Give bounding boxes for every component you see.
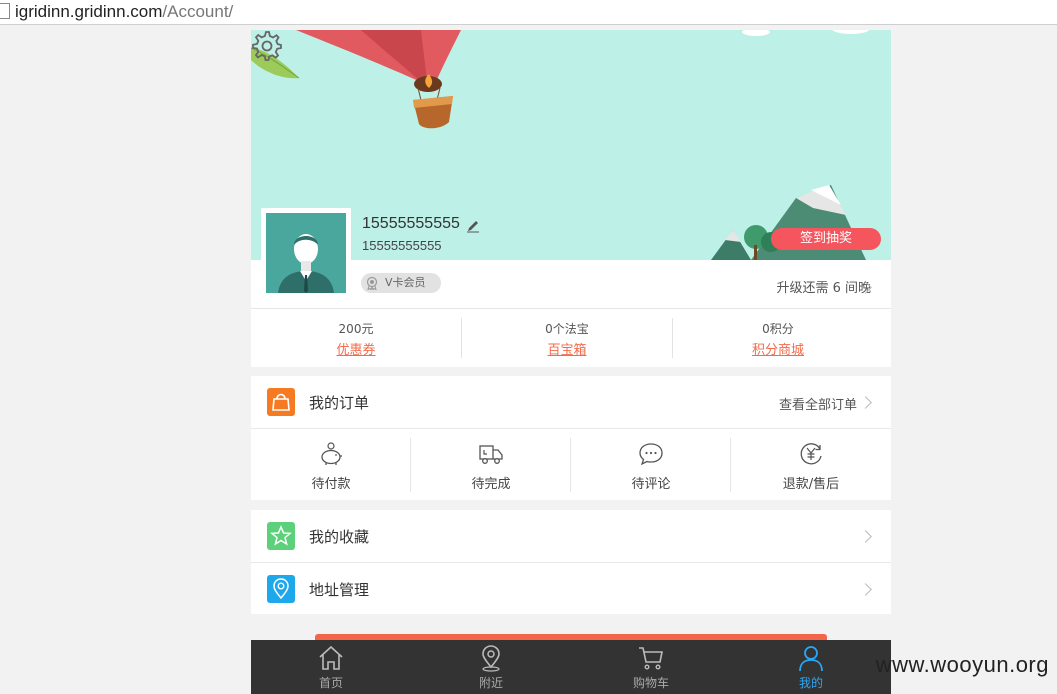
shopping-bag-icon: [267, 388, 295, 416]
order-pending-completion[interactable]: 待完成: [411, 438, 571, 492]
chevron-right-icon: [859, 530, 872, 543]
order-item-label: 待完成: [471, 477, 511, 492]
order-refund-aftersale[interactable]: 退款/售后: [731, 438, 891, 492]
stat-treasure-box[interactable]: 0个法宝 百宝箱: [462, 309, 672, 367]
page-icon: [0, 3, 10, 19]
user-name: 15555555555: [362, 215, 460, 232]
my-orders-title: 我的订单: [309, 394, 370, 412]
tab-label: 我的: [798, 676, 823, 690]
stat-value: 0个法宝: [545, 322, 589, 336]
piggy-bank-icon: [321, 442, 342, 465]
stat-link[interactable]: 优惠券: [251, 339, 461, 358]
my-orders-header[interactable]: 我的订单 查看全部订单: [251, 376, 891, 429]
cart-icon: [639, 647, 663, 670]
tab-cart[interactable]: 购物车: [571, 640, 731, 694]
location-pin-icon: [267, 575, 295, 603]
tab-label: 购物车: [632, 676, 669, 690]
vip-badge[interactable]: V卡会员: [361, 273, 441, 293]
home-icon: [319, 645, 343, 670]
stat-link[interactable]: 积分商城: [673, 339, 883, 358]
mobile-page: 15555555555 15555555555 签到抽奖 V卡会员 升级还需 6…: [251, 30, 891, 694]
order-item-label: 待付款: [311, 477, 351, 492]
user-phone: 15555555555: [362, 238, 442, 253]
chat-bubble-icon: [639, 443, 663, 466]
delivery-truck-icon: [479, 445, 503, 464]
medal-icon: [366, 276, 378, 290]
stat-points-mall[interactable]: 0积分 积分商城: [673, 309, 883, 367]
menu-item-label: 我的收藏: [309, 528, 370, 546]
chevron-right-icon: [859, 583, 872, 596]
user-silhouette-icon: [278, 234, 334, 293]
vip-label: V卡会员: [385, 276, 426, 289]
address-bar[interactable]: igridinn.gridinn.com/Account/: [0, 0, 1057, 25]
upgrade-hint[interactable]: 升级还需 6 间晚: [776, 277, 871, 296]
tab-nearby[interactable]: 附近: [411, 640, 571, 694]
checkin-lottery-button[interactable]: 签到抽奖: [771, 228, 881, 250]
watermark-text: www.wooyun.org: [875, 652, 1049, 677]
order-item-label: 待评论: [631, 477, 671, 492]
view-all-orders-link[interactable]: 查看全部订单: [779, 394, 857, 413]
order-item-label: 退款/售后: [782, 477, 840, 492]
avatar[interactable]: [261, 208, 351, 294]
bottom-tab-bar: 首页 附近 购物车 我的: [251, 640, 891, 694]
stat-link[interactable]: 百宝箱: [462, 339, 672, 358]
menu-list: 我的收藏 地址管理: [251, 510, 891, 614]
stat-value: 200元: [338, 322, 374, 336]
account-stats: 200元 优惠券 0个法宝 百宝箱 0积分 积分商城: [251, 308, 891, 367]
order-pending-payment[interactable]: 待付款: [251, 438, 411, 492]
star-icon: [267, 522, 295, 550]
tab-home[interactable]: 首页: [251, 640, 411, 694]
tab-mine[interactable]: 我的: [731, 640, 891, 694]
my-orders-card: 我的订单 查看全部订单 待付款 待完成 待评论 退款/售后: [251, 376, 891, 500]
menu-item-favorites[interactable]: 我的收藏: [251, 510, 891, 562]
map-pin-icon: [482, 645, 500, 672]
edit-pencil-icon[interactable]: [466, 219, 480, 233]
stat-value: 0积分: [762, 322, 794, 336]
view-all-chevron-icon: [859, 396, 872, 409]
user-icon: [799, 646, 823, 672]
menu-item-address[interactable]: 地址管理: [251, 562, 891, 615]
yuan-refund-icon: [800, 443, 822, 465]
tab-label: 附近: [478, 676, 503, 690]
settings-gear-icon[interactable]: [251, 30, 283, 62]
avatar-image: [266, 213, 346, 293]
url-text[interactable]: igridinn.gridinn.com/Account/: [15, 1, 233, 23]
tab-label: 首页: [318, 676, 343, 690]
menu-item-label: 地址管理: [309, 581, 370, 599]
stat-coupons[interactable]: 200元 优惠券: [251, 309, 461, 367]
order-pending-review[interactable]: 待评论: [571, 438, 731, 492]
